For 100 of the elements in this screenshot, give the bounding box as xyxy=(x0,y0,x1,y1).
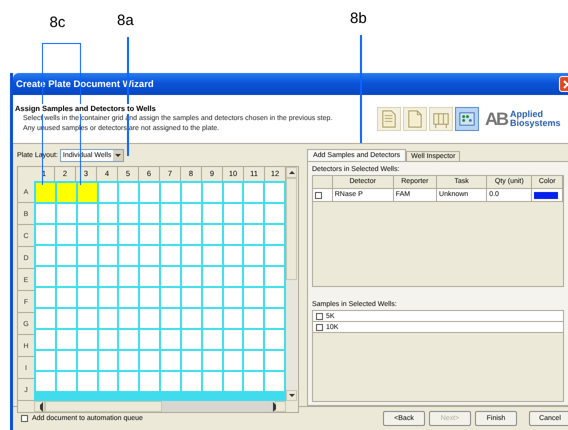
plate-well[interactable] xyxy=(78,351,96,370)
scroll-arrow-button[interactable] xyxy=(286,167,297,178)
plate-well[interactable] xyxy=(224,309,242,328)
plate-well[interactable] xyxy=(140,372,159,391)
plate-well[interactable] xyxy=(202,372,222,391)
plate-well[interactable] xyxy=(265,330,284,349)
plate-well[interactable] xyxy=(98,330,118,349)
plate-well[interactable] xyxy=(140,204,159,223)
plate-well[interactable] xyxy=(265,309,284,328)
plate-well[interactable] xyxy=(119,309,138,328)
plate-well[interactable] xyxy=(265,288,284,307)
plate-well[interactable] xyxy=(161,288,180,307)
plate-well[interactable] xyxy=(265,204,284,223)
plate-well[interactable] xyxy=(140,225,159,244)
plate-well[interactable] xyxy=(161,225,180,244)
plate-well[interactable] xyxy=(98,246,118,265)
plate-well[interactable] xyxy=(140,183,159,202)
plate-well[interactable] xyxy=(265,225,284,244)
plate-well[interactable] xyxy=(56,267,76,286)
plate-well[interactable] xyxy=(182,183,201,202)
plate-well[interactable] xyxy=(244,267,264,286)
plate-well[interactable] xyxy=(56,330,76,349)
plate-well[interactable] xyxy=(182,267,201,286)
plate-well[interactable] xyxy=(244,330,264,349)
plate-well[interactable] xyxy=(182,204,201,223)
plate-well[interactable] xyxy=(224,183,242,202)
plate-well[interactable] xyxy=(161,183,180,202)
plate-well[interactable] xyxy=(140,267,159,286)
plate-well[interactable] xyxy=(78,309,96,328)
table-button[interactable] xyxy=(429,107,453,131)
plate-well[interactable] xyxy=(224,330,242,349)
plate-well[interactable] xyxy=(119,372,138,391)
plate-well[interactable] xyxy=(36,330,55,349)
plate-well[interactable] xyxy=(161,309,180,328)
plate-well[interactable] xyxy=(244,183,264,202)
plate-well[interactable] xyxy=(244,225,264,244)
plate-well[interactable] xyxy=(202,183,222,202)
plate-well[interactable] xyxy=(56,309,76,328)
vertical-scrollbar[interactable] xyxy=(286,167,297,401)
plate-well[interactable] xyxy=(265,351,284,370)
plate-well[interactable] xyxy=(224,267,242,286)
plate-well[interactable] xyxy=(182,225,201,244)
plate-well[interactable] xyxy=(202,246,222,265)
plate-well[interactable] xyxy=(98,288,118,307)
scroll-arrow-button[interactable] xyxy=(275,401,286,412)
plate-well[interactable] xyxy=(182,309,201,328)
plate-well[interactable] xyxy=(98,225,118,244)
scrollbar-thumb[interactable] xyxy=(45,401,162,412)
plate-well[interactable] xyxy=(119,183,138,202)
plate-well[interactable] xyxy=(161,372,180,391)
plate-well[interactable] xyxy=(161,246,180,265)
scroll-arrow-button[interactable] xyxy=(34,401,45,412)
plate-well[interactable] xyxy=(224,372,242,391)
plate-well[interactable] xyxy=(78,204,96,223)
plate-well[interactable] xyxy=(119,351,138,370)
plate-well[interactable] xyxy=(78,225,96,244)
plate-well[interactable] xyxy=(244,246,264,265)
plate-well[interactable] xyxy=(182,288,201,307)
checkbox[interactable] xyxy=(316,312,323,320)
plate-well[interactable] xyxy=(244,309,264,328)
plate-well[interactable] xyxy=(140,351,159,370)
plate-well[interactable] xyxy=(202,225,222,244)
plate-well[interactable] xyxy=(161,204,180,223)
plate-well[interactable] xyxy=(56,183,76,202)
plate-well[interactable] xyxy=(119,330,138,349)
plate-well[interactable] xyxy=(244,351,264,370)
plate-well[interactable] xyxy=(182,351,201,370)
plate-well[interactable] xyxy=(202,309,222,328)
plate-well[interactable] xyxy=(56,204,76,223)
plate-well[interactable] xyxy=(244,372,264,391)
checkbox[interactable] xyxy=(315,192,322,198)
plate-well[interactable] xyxy=(36,288,55,307)
plate-well[interactable] xyxy=(56,246,76,265)
plate-well[interactable] xyxy=(36,372,55,391)
plate-well[interactable] xyxy=(36,267,55,286)
plate-well[interactable] xyxy=(140,330,159,349)
plate-well[interactable] xyxy=(56,372,76,391)
plate-well[interactable] xyxy=(78,372,96,391)
plate-well[interactable] xyxy=(140,309,159,328)
plate-well[interactable] xyxy=(56,225,76,244)
plate-well[interactable] xyxy=(140,288,159,307)
plate-well[interactable] xyxy=(224,204,242,223)
document-button[interactable] xyxy=(377,107,401,131)
plate-well[interactable] xyxy=(224,246,242,265)
plate-well[interactable] xyxy=(265,183,284,202)
document-button[interactable] xyxy=(403,107,427,131)
plate-well[interactable] xyxy=(78,330,96,349)
plate-well[interactable] xyxy=(161,267,180,286)
plate-well[interactable] xyxy=(98,372,118,391)
plate-well[interactable] xyxy=(98,267,118,286)
plate-well[interactable] xyxy=(36,204,55,223)
plate-well[interactable] xyxy=(140,246,159,265)
plate-well[interactable] xyxy=(202,267,222,286)
plate-well[interactable] xyxy=(182,246,201,265)
plate-well[interactable] xyxy=(202,330,222,349)
plate-well[interactable] xyxy=(36,351,55,370)
plate-well[interactable] xyxy=(182,330,201,349)
plate-well[interactable] xyxy=(224,351,242,370)
plate-well[interactable] xyxy=(98,183,118,202)
plate-well[interactable] xyxy=(244,288,264,307)
